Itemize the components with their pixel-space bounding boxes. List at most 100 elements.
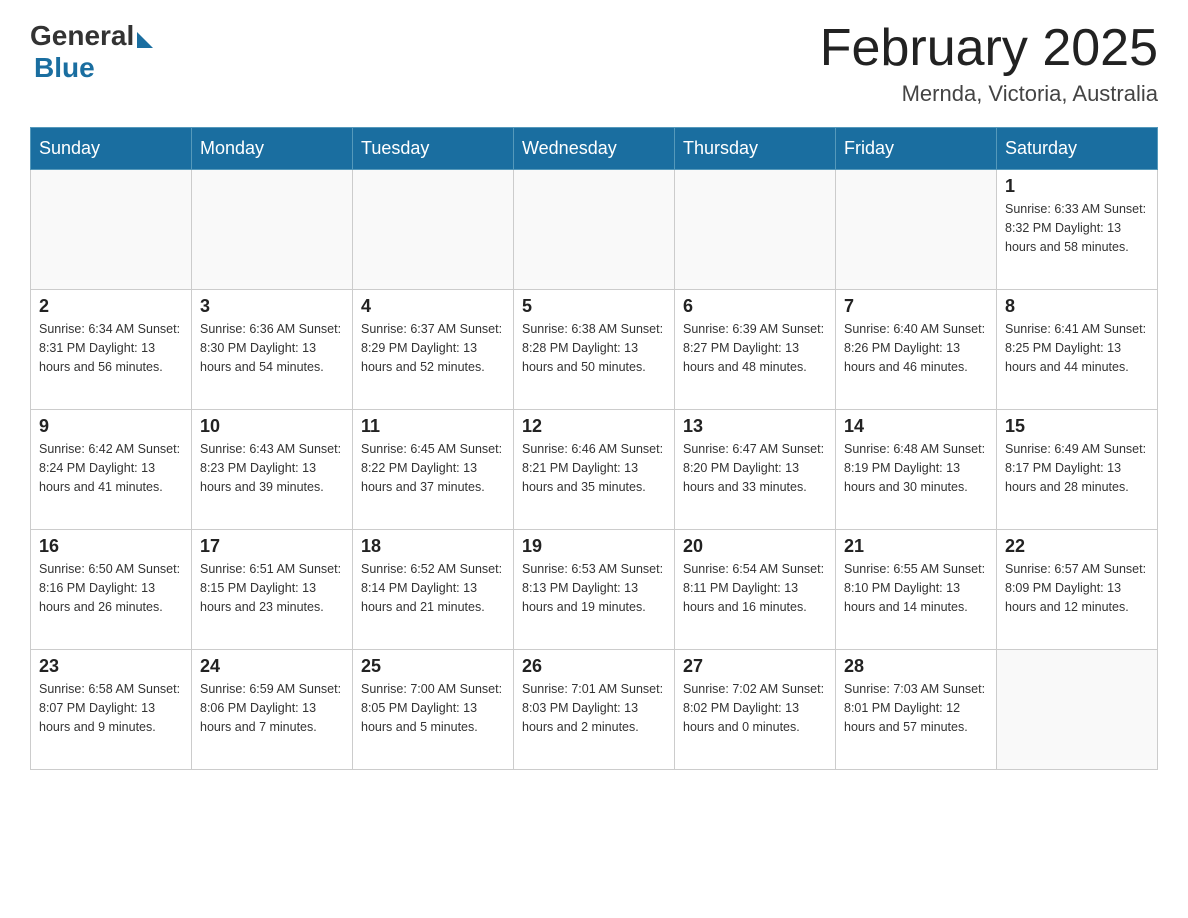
day-number: 19 [522, 536, 666, 557]
day-number: 23 [39, 656, 183, 677]
calendar-cell: 25 Sunrise: 7:00 AM Sunset: 8:05 PM Dayli… [353, 650, 514, 770]
day-number: 13 [683, 416, 827, 437]
calendar-cell: 22Sunrise: 6:57 AM Sunset: 8:09 PM Dayli… [997, 530, 1158, 650]
calendar-cell: 16 Sunrise: 6:50 AM Sunset: 8:16 PM Dayli… [31, 530, 192, 650]
day-info: Sunrise: 6:45 AM Sunset: 8:22 PM Dayligh… [361, 440, 505, 496]
day-info: Sunrise: 6:51 AM Sunset: 8:15 PM Dayligh… [200, 560, 344, 616]
day-info: Sunrise: 6:43 AM Sunset: 8:23 PM Dayligh… [200, 440, 344, 496]
day-info: Sunrise: 7:01 AM Sunset: 8:03 PM Dayligh… [522, 680, 666, 736]
calendar-cell [836, 170, 997, 290]
calendar-cell: 2 Sunrise: 6:34 AM Sunset: 8:31 PM Daylig… [31, 290, 192, 410]
calendar-title: February 2025 [820, 20, 1158, 77]
day-number: 8 [1005, 296, 1149, 317]
weekday-header-row: SundayMondayTuesdayWednesdayThursdayFrid… [31, 128, 1158, 170]
calendar-cell: 23 Sunrise: 6:58 AM Sunset: 8:07 PM Dayli… [31, 650, 192, 770]
page-header: General Blue February 2025 Mernda, Victo… [30, 20, 1158, 107]
day-info: Sunrise: 6:42 AM Sunset: 8:24 PM Dayligh… [39, 440, 183, 496]
day-number: 9 [39, 416, 183, 437]
day-info: Sunrise: 6:58 AM Sunset: 8:07 PM Dayligh… [39, 680, 183, 736]
week-row-0: 1Sunrise: 6:33 AM Sunset: 8:32 PM Daylig… [31, 170, 1158, 290]
calendar-cell: 11 Sunrise: 6:45 AM Sunset: 8:22 PM Dayli… [353, 410, 514, 530]
week-row-2: 9 Sunrise: 6:42 AM Sunset: 8:24 PM Daylig… [31, 410, 1158, 530]
day-number: 4 [361, 296, 505, 317]
calendar-cell [192, 170, 353, 290]
week-row-3: 16 Sunrise: 6:50 AM Sunset: 8:16 PM Dayli… [31, 530, 1158, 650]
day-number: 10 [200, 416, 344, 437]
day-info: Sunrise: 6:55 AM Sunset: 8:10 PM Dayligh… [844, 560, 988, 616]
day-number: 15 [1005, 416, 1149, 437]
day-info: Sunrise: 6:57 AM Sunset: 8:09 PM Dayligh… [1005, 560, 1149, 616]
day-info: Sunrise: 6:38 AM Sunset: 8:28 PM Dayligh… [522, 320, 666, 376]
weekday-header-sunday: Sunday [31, 128, 192, 170]
calendar-cell [31, 170, 192, 290]
week-row-4: 23 Sunrise: 6:58 AM Sunset: 8:07 PM Dayli… [31, 650, 1158, 770]
calendar-cell: 5 Sunrise: 6:38 AM Sunset: 8:28 PM Daylig… [514, 290, 675, 410]
day-info: Sunrise: 6:53 AM Sunset: 8:13 PM Dayligh… [522, 560, 666, 616]
calendar-cell: 21 Sunrise: 6:55 AM Sunset: 8:10 PM Dayli… [836, 530, 997, 650]
weekday-header-monday: Monday [192, 128, 353, 170]
calendar-cell: 24 Sunrise: 6:59 AM Sunset: 8:06 PM Dayli… [192, 650, 353, 770]
calendar-cell: 14 Sunrise: 6:48 AM Sunset: 8:19 PM Dayli… [836, 410, 997, 530]
day-number: 25 [361, 656, 505, 677]
calendar-cell: 20Sunrise: 6:54 AM Sunset: 8:11 PM Dayli… [675, 530, 836, 650]
day-info: Sunrise: 6:33 AM Sunset: 8:32 PM Dayligh… [1005, 200, 1149, 256]
calendar-cell: 18 Sunrise: 6:52 AM Sunset: 8:14 PM Dayli… [353, 530, 514, 650]
logo-general-text: General [30, 20, 134, 52]
weekday-header-friday: Friday [836, 128, 997, 170]
weekday-header-thursday: Thursday [675, 128, 836, 170]
calendar-cell: 28 Sunrise: 7:03 AM Sunset: 8:01 PM Dayli… [836, 650, 997, 770]
calendar-subtitle: Mernda, Victoria, Australia [820, 81, 1158, 107]
week-row-1: 2 Sunrise: 6:34 AM Sunset: 8:31 PM Daylig… [31, 290, 1158, 410]
calendar-cell: 9 Sunrise: 6:42 AM Sunset: 8:24 PM Daylig… [31, 410, 192, 530]
calendar-cell: 7 Sunrise: 6:40 AM Sunset: 8:26 PM Daylig… [836, 290, 997, 410]
calendar-cell: 17 Sunrise: 6:51 AM Sunset: 8:15 PM Dayli… [192, 530, 353, 650]
logo-blue-text: Blue [30, 52, 153, 84]
logo-triangle-icon [137, 32, 153, 48]
day-number: 14 [844, 416, 988, 437]
day-number: 7 [844, 296, 988, 317]
day-number: 16 [39, 536, 183, 557]
day-number: 12 [522, 416, 666, 437]
day-number: 26 [522, 656, 666, 677]
day-number: 18 [361, 536, 505, 557]
day-number: 5 [522, 296, 666, 317]
calendar-cell [675, 170, 836, 290]
day-info: Sunrise: 6:49 AM Sunset: 8:17 PM Dayligh… [1005, 440, 1149, 496]
day-number: 17 [200, 536, 344, 557]
calendar-table: SundayMondayTuesdayWednesdayThursdayFrid… [30, 127, 1158, 770]
day-number: 3 [200, 296, 344, 317]
day-info: Sunrise: 6:36 AM Sunset: 8:30 PM Dayligh… [200, 320, 344, 376]
day-info: Sunrise: 6:50 AM Sunset: 8:16 PM Dayligh… [39, 560, 183, 616]
day-number: 21 [844, 536, 988, 557]
day-info: Sunrise: 6:41 AM Sunset: 8:25 PM Dayligh… [1005, 320, 1149, 376]
day-info: Sunrise: 6:47 AM Sunset: 8:20 PM Dayligh… [683, 440, 827, 496]
day-info: Sunrise: 7:02 AM Sunset: 8:02 PM Dayligh… [683, 680, 827, 736]
day-info: Sunrise: 7:03 AM Sunset: 8:01 PM Dayligh… [844, 680, 988, 736]
day-info: Sunrise: 7:00 AM Sunset: 8:05 PM Dayligh… [361, 680, 505, 736]
day-number: 27 [683, 656, 827, 677]
weekday-header-wednesday: Wednesday [514, 128, 675, 170]
day-info: Sunrise: 6:59 AM Sunset: 8:06 PM Dayligh… [200, 680, 344, 736]
day-number: 20 [683, 536, 827, 557]
day-info: Sunrise: 6:40 AM Sunset: 8:26 PM Dayligh… [844, 320, 988, 376]
day-info: Sunrise: 6:37 AM Sunset: 8:29 PM Dayligh… [361, 320, 505, 376]
day-number: 28 [844, 656, 988, 677]
day-number: 11 [361, 416, 505, 437]
calendar-cell: 12 Sunrise: 6:46 AM Sunset: 8:21 PM Dayli… [514, 410, 675, 530]
day-info: Sunrise: 6:52 AM Sunset: 8:14 PM Dayligh… [361, 560, 505, 616]
logo: General Blue [30, 20, 153, 84]
day-number: 24 [200, 656, 344, 677]
day-info: Sunrise: 6:48 AM Sunset: 8:19 PM Dayligh… [844, 440, 988, 496]
calendar-cell [514, 170, 675, 290]
calendar-cell [353, 170, 514, 290]
day-info: Sunrise: 6:46 AM Sunset: 8:21 PM Dayligh… [522, 440, 666, 496]
day-number: 2 [39, 296, 183, 317]
day-info: Sunrise: 6:39 AM Sunset: 8:27 PM Dayligh… [683, 320, 827, 376]
day-info: Sunrise: 6:34 AM Sunset: 8:31 PM Dayligh… [39, 320, 183, 376]
weekday-header-tuesday: Tuesday [353, 128, 514, 170]
calendar-cell: 6 Sunrise: 6:39 AM Sunset: 8:27 PM Daylig… [675, 290, 836, 410]
calendar-cell: 15 Sunrise: 6:49 AM Sunset: 8:17 PM Dayli… [997, 410, 1158, 530]
calendar-cell: 27 Sunrise: 7:02 AM Sunset: 8:02 PM Dayli… [675, 650, 836, 770]
day-number: 6 [683, 296, 827, 317]
calendar-cell: 4 Sunrise: 6:37 AM Sunset: 8:29 PM Daylig… [353, 290, 514, 410]
